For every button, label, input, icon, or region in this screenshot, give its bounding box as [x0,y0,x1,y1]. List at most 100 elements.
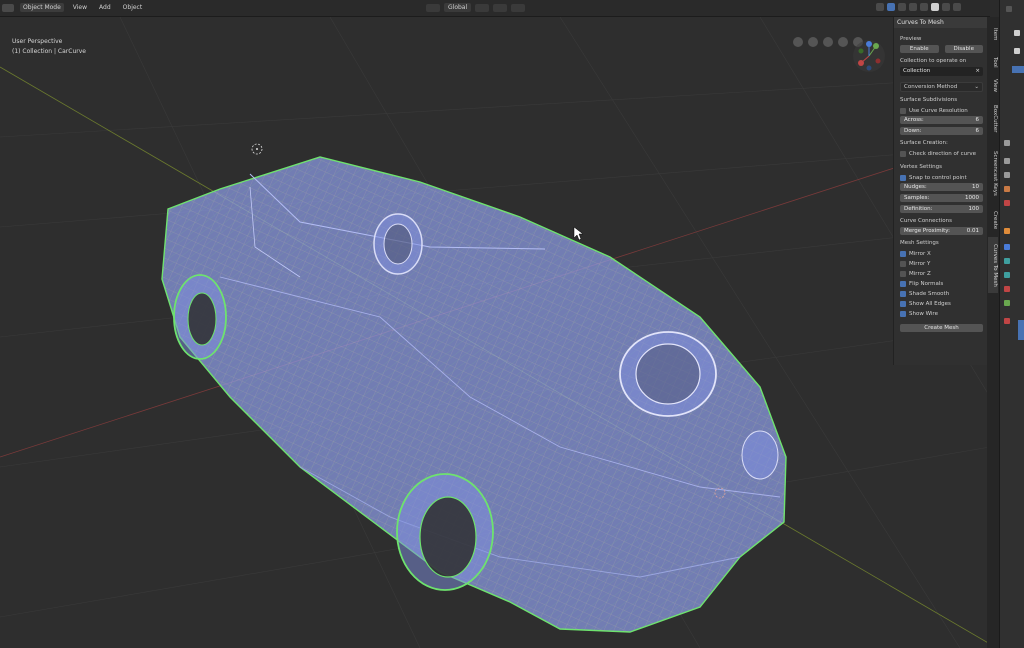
checkbox-checked-icon [900,281,906,287]
check-direction-label: Check direction of curve [909,151,976,157]
overlay-toggle-icon[interactable] [898,3,906,11]
mirror-x-checkbox[interactable]: Mirror X [900,249,983,259]
mirror-z-checkbox[interactable]: Mirror Z [900,269,983,279]
transform-controls: Global [426,3,526,12]
world-properties-icon[interactable] [1004,200,1010,206]
visibility-icon[interactable] [876,3,884,11]
outliner-filter-icon[interactable] [1006,6,1012,12]
outliner-selected-row[interactable] [1012,66,1024,73]
constraints-icon[interactable] [1004,286,1010,292]
samples-label: Samples: [904,195,930,201]
proportional-edit-icon[interactable] [511,3,526,12]
object-properties-icon[interactable] [1004,228,1010,234]
data-properties-icon[interactable] [1004,300,1010,306]
solid-shading-icon[interactable] [931,3,939,11]
flip-normals-checkbox[interactable]: Flip Normals [900,279,983,289]
3d-viewport[interactable]: User Perspective (1) Collection | CarCur… [0,17,990,648]
down-field[interactable]: Down: 6 [900,127,983,135]
shade-smooth-checkbox[interactable]: Shade Smooth [900,289,983,299]
collection-field[interactable]: Collection × [900,67,983,76]
samples-field[interactable]: Samples: 1000 [900,194,983,202]
viewport-info: User Perspective (1) Collection | CarCur… [12,37,86,57]
outliner-item-icon[interactable] [1014,30,1020,36]
checkbox-checked-icon [900,291,906,297]
sidebar-tabs: Item Tool View BoxCutter Screencast Keys… [987,17,999,648]
use-curve-resolution-label: Use Curve Resolution [909,108,968,114]
axis-gizmo[interactable] [852,39,886,73]
mirror-z-label: Mirror Z [909,271,931,277]
orientation-icon [426,3,440,12]
scene-properties-icon[interactable] [1004,186,1010,192]
material-shading-icon[interactable] [942,3,950,11]
mirror-y-checkbox[interactable]: Mirror Y [900,259,983,269]
mouse-pointer-icon [573,226,584,241]
collection-label: Collection to operate on [900,58,967,64]
mode-dropdown[interactable]: Object Mode [20,3,64,12]
down-label: Down: [904,128,922,134]
gizmo-toggle-icon[interactable] [887,3,895,11]
menu-add[interactable]: Add [96,3,114,12]
checkbox-icon [900,271,906,277]
definition-field[interactable]: Definition: 100 [900,205,983,213]
check-direction-checkbox[interactable]: Check direction of curve [900,149,983,159]
across-field[interactable]: Across: 6 [900,116,983,124]
particles-icon[interactable] [1004,258,1010,264]
surface-subdivisions-label: Surface Subdivisions [900,97,958,103]
tab-tool[interactable]: Tool [988,51,998,73]
menu-view[interactable]: View [70,3,90,12]
physics-icon[interactable] [1004,272,1010,278]
conversion-method-label: Conversion Method [904,84,958,90]
tab-view[interactable]: View [988,75,998,97]
toggle-camera-view-icon[interactable] [793,37,803,47]
snap-checkbox[interactable]: Snap to control point [900,173,983,183]
surface-creation-label: Surface Creation: [900,140,948,146]
orientation-dropdown[interactable]: Global [444,3,472,12]
tab-create[interactable]: Create [988,207,998,233]
show-all-edges-label: Show All Edges [909,301,951,307]
nudges-label: Nudges: [904,184,927,190]
use-curve-resolution-checkbox[interactable]: Use Curve Resolution [900,106,983,116]
render-properties-icon[interactable] [1004,140,1010,146]
tab-curves-to-mesh[interactable]: Curves To Mesh [988,237,998,293]
rendered-shading-icon[interactable] [953,3,961,11]
wireframe-shading-icon[interactable] [920,3,928,11]
snap-icon[interactable] [493,3,508,12]
curves-to-mesh-panel: Curves To Mesh Preview Enable Disable Co… [893,17,987,365]
show-wire-checkbox[interactable]: Show Wire [900,309,983,319]
tab-item[interactable]: Item [988,21,998,47]
checkbox-checked-icon [900,301,906,307]
3d-cursor-icon [251,143,263,155]
tab-screencast-keys[interactable]: Screencast Keys [988,143,998,203]
car-mesh[interactable] [161,156,787,633]
pivot-icon[interactable] [475,3,490,12]
material-properties-icon[interactable] [1004,318,1010,324]
editor-type-icon[interactable] [2,3,14,12]
panel-header[interactable]: Curves To Mesh [894,17,987,28]
clear-icon[interactable]: × [975,67,980,76]
menu-object[interactable]: Object [120,3,146,12]
show-all-edges-checkbox[interactable]: Show All Edges [900,299,983,309]
viewport-header: Object Mode View Add Object Global [0,0,990,17]
view-layer-icon[interactable] [1004,172,1010,178]
checkbox-icon [900,151,906,157]
show-wire-label: Show Wire [909,311,938,317]
disable-button[interactable]: Disable [944,45,983,53]
shade-smooth-label: Shade Smooth [909,291,950,297]
checkbox-icon [900,261,906,267]
enable-button[interactable]: Enable [900,45,939,53]
outliner-item-icon[interactable] [1014,48,1020,54]
hand-pan-icon[interactable] [808,37,818,47]
tab-boxcutter[interactable]: BoxCutter [988,99,998,139]
checkbox-icon [900,108,906,114]
xray-toggle-icon[interactable] [909,3,917,11]
nudges-field[interactable]: Nudges: 10 [900,183,983,191]
down-value: 6 [975,128,980,134]
zoom-icon[interactable] [838,37,848,47]
create-mesh-button[interactable]: Create Mesh [900,324,983,332]
across-value: 6 [975,117,980,123]
output-properties-icon[interactable] [1004,158,1010,164]
conversion-method-dropdown[interactable]: Conversion Method ⌄ [900,82,983,92]
camera-icon[interactable] [823,37,833,47]
merge-proximity-field[interactable]: Merge Proximity: 0.01 [900,227,983,235]
modifier-properties-icon[interactable] [1004,244,1010,250]
